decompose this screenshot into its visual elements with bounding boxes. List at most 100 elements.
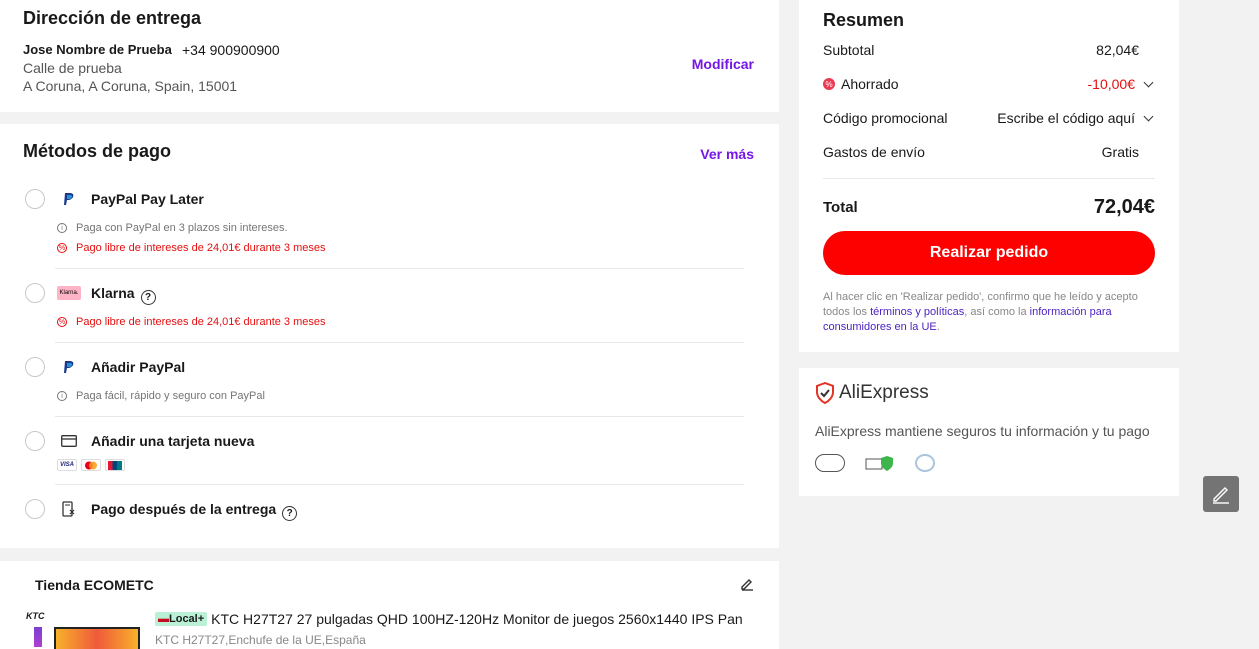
shipping-label: Gastos de envío <box>823 144 925 160</box>
aliexpress-brand: AliExpress <box>815 382 929 404</box>
divider <box>55 268 744 269</box>
visa-logo: VISA <box>57 459 77 471</box>
place-order-button[interactable]: Realizar pedido <box>823 231 1155 275</box>
paypal-installments-text: Paga con PayPal en 3 plazos sin interese… <box>76 222 288 234</box>
add-paypal-note: i Paga fácil, rápido y seguro con PayPal <box>57 390 265 402</box>
saved-row[interactable]: % Ahorrado -10,00€ <box>823 76 1155 92</box>
edit-feedback-button[interactable] <box>1203 476 1239 512</box>
cash-on-delivery-label: Pago después de la entrega <box>91 501 277 517</box>
discount-icon: % <box>57 317 67 327</box>
aliexpress-brand-name: AliExpress <box>839 382 929 403</box>
shield-check-icon <box>816 382 834 404</box>
summary-title: Resumen <box>823 10 905 30</box>
total-label: Total <box>823 199 858 216</box>
product-brand-thumb: KTC <box>26 611 45 621</box>
chevron-down-icon[interactable] <box>1143 111 1154 121</box>
security-badge-2-icon <box>865 454 895 472</box>
product-monitor-image <box>54 627 140 649</box>
local-plus-text: Local+ <box>169 613 205 625</box>
payment-methods-title: Métodos de pago <box>23 141 171 161</box>
info-icon: i <box>57 223 67 233</box>
saved-label: Ahorrado <box>841 76 899 92</box>
klarna-radio[interactable] <box>25 283 45 303</box>
product-graphic-left <box>34 627 42 647</box>
add-paypal-label: Añadir PayPal <box>91 359 186 375</box>
legal-text-b: , así como la <box>964 306 1030 318</box>
klarna-label: Klarna <box>91 285 135 301</box>
recipient-name: Jose Nombre de Prueba <box>23 42 172 57</box>
add-paypal-radio[interactable] <box>25 357 45 377</box>
cash-on-delivery-radio[interactable] <box>25 499 45 519</box>
product-title-row[interactable]: ▬Local+ KTC H27T27 27 pulgadas QHD 100HZ… <box>155 611 743 627</box>
promo-code-label: Código promocional <box>823 110 948 126</box>
payment-option-paypal-pay-later[interactable]: PayPal Pay Later i Paga con PayPal en 3 p… <box>23 188 744 268</box>
help-icon[interactable]: ? <box>140 290 156 305</box>
delivery-address-title: Dirección de entrega <box>23 8 202 28</box>
security-badge-1-icon <box>815 454 845 472</box>
store-card: Tienda ECOMETC KTC ▬Local+ KTC H27T27 27… <box>0 561 779 649</box>
subtotal-row: Subtotal 82,04€ <box>823 42 1155 58</box>
klarna-logo-text: Klarna. <box>57 286 81 300</box>
payment-option-cash-on-delivery[interactable]: Pago después de la entrega? <box>23 498 744 528</box>
klarna-label-wrap: Klarna? <box>91 285 156 305</box>
klarna-icon: Klarna. <box>57 284 81 302</box>
product-variant: KTC H27T27,Enchufe de la UE,España <box>155 633 366 647</box>
product-title: KTC H27T27 27 pulgadas QHD 100HZ-120Hz M… <box>211 611 743 627</box>
shipping-value: Gratis <box>1101 144 1139 160</box>
pencil-icon <box>1213 487 1229 504</box>
paypal-pay-later-label: PayPal Pay Later <box>91 191 204 207</box>
legal-text-c: . <box>936 321 940 333</box>
cash-on-delivery-label-wrap: Pago después de la entrega? <box>91 501 298 521</box>
payment-option-add-card[interactable]: Añadir una tarjeta nueva VISA <box>23 430 744 484</box>
discount-icon: % <box>57 243 67 253</box>
chevron-down-icon[interactable] <box>1143 77 1154 87</box>
saved-value: -10,00€ <box>1087 76 1135 92</box>
divider <box>55 416 744 417</box>
promo-code-placeholder[interactable]: Escribe el código aquí <box>997 110 1135 126</box>
saved-value-wrap: -10,00€ <box>1088 76 1155 92</box>
help-icon[interactable]: ? <box>282 506 298 521</box>
divider <box>55 484 744 485</box>
divider <box>55 342 744 343</box>
promo-code-input-wrap[interactable]: Escribe el código aquí <box>997 110 1155 126</box>
paypal-pay-later-radio[interactable] <box>25 189 45 209</box>
info-icon: i <box>57 391 67 401</box>
credit-card-icon <box>57 432 81 450</box>
legal-text: Al hacer clic en 'Realizar pedido', conf… <box>823 290 1158 335</box>
promo-code-row[interactable]: Código promocional Escribe el código aqu… <box>823 110 1155 126</box>
shipping-row: Gastos de envío Gratis <box>823 144 1155 160</box>
discount-icon: % <box>823 78 835 90</box>
security-message: AliExpress mantiene seguros tu informaci… <box>815 423 1150 439</box>
payment-option-klarna[interactable]: Klarna. Klarna? % Pago libre de intereses… <box>23 282 744 340</box>
order-summary-card: Resumen Subtotal 82,04€ % Ahorrado -10,00… <box>799 0 1179 352</box>
add-card-radio[interactable] <box>25 431 45 451</box>
payment-methods-card: Métodos de pago Ver más PayPal Pay Later… <box>0 124 779 548</box>
terms-link[interactable]: términos y políticas <box>870 306 964 318</box>
see-more-payments-link[interactable]: Ver más <box>700 146 754 162</box>
address-line-2: A Coruna, A Coruna, Spain, 15001 <box>23 78 238 94</box>
payment-option-add-paypal[interactable]: Añadir PayPal i Paga fácil, rápido y segu… <box>23 356 744 412</box>
klarna-interest-free-note: % Pago libre de intereses de 24,01€ duran… <box>57 316 326 328</box>
visa-logo-text: VISA <box>59 462 74 468</box>
modify-address-link[interactable]: Modificar <box>692 56 754 72</box>
mastercard-logo <box>81 459 101 471</box>
add-card-label: Añadir una tarjeta nueva <box>91 433 255 449</box>
summary-divider <box>823 178 1155 179</box>
spain-flag-icon: ▬ <box>158 613 169 625</box>
subtotal-value: 82,04€ <box>1096 42 1139 58</box>
paypal-installments-note: i Paga con PayPal en 3 plazos sin interes… <box>57 222 288 234</box>
edit-pencil-icon[interactable] <box>740 577 754 596</box>
delivery-payment-icon <box>57 500 81 518</box>
delivery-address-card: Dirección de entrega Jose Nombre de Prue… <box>0 0 779 112</box>
add-paypal-note-text: Paga fácil, rápido y seguro con PayPal <box>76 390 265 402</box>
address-line-1: Calle de prueba <box>23 60 122 76</box>
local-plus-badge: ▬Local+ <box>155 612 208 626</box>
store-title: Tienda ECOMETC <box>35 577 154 593</box>
security-badge-3-icon <box>915 454 935 472</box>
paypal-interest-free-note: % Pago libre de intereses de 24,01€ duran… <box>57 242 326 254</box>
recipient-phone: +34 900900900 <box>182 42 280 58</box>
unionpay-logo <box>105 459 125 471</box>
paypal-icon <box>57 358 81 376</box>
product-thumbnail[interactable]: KTC <box>26 611 141 649</box>
saved-label-wrap: % Ahorrado <box>823 76 899 92</box>
